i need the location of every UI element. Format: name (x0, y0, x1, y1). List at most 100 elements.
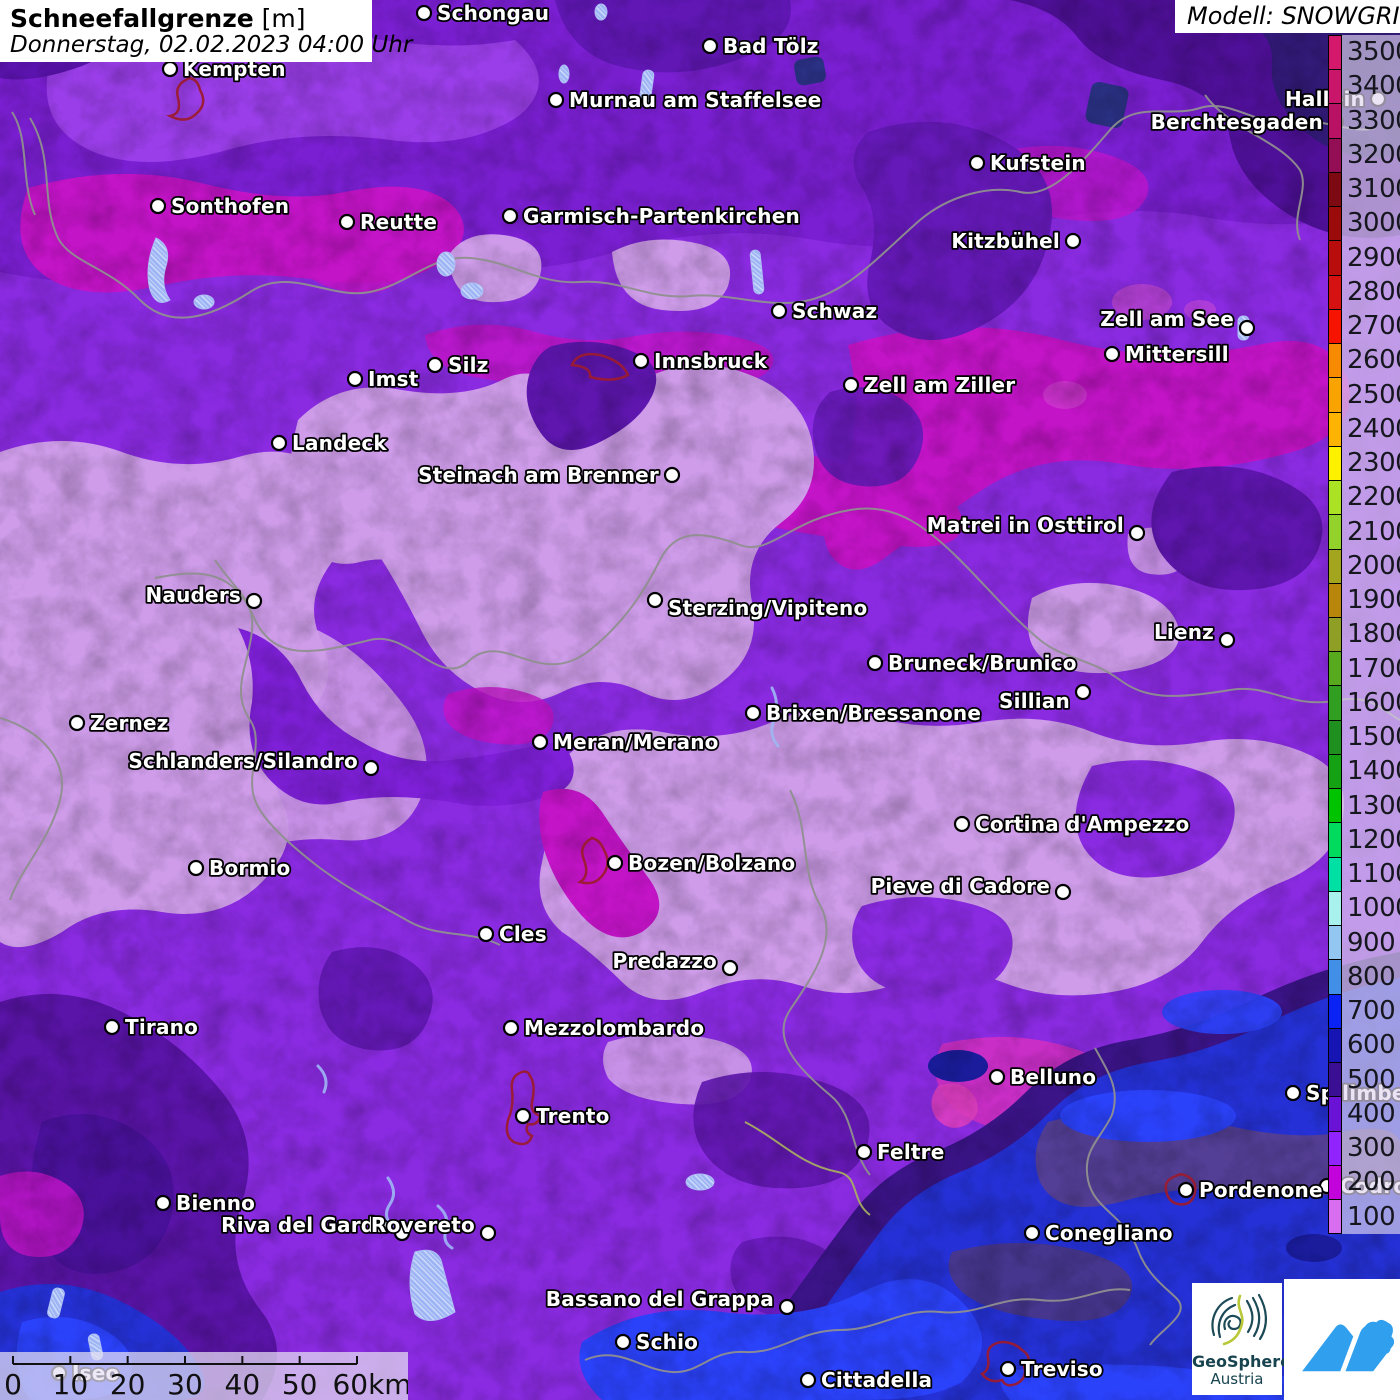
city-marker-predazzo (723, 961, 737, 975)
city-marker-reutte (340, 215, 354, 229)
city-marker-zell-am-see (1240, 321, 1254, 335)
scalebar-label-6: 60km (332, 1368, 408, 1400)
geosphere-wordmark: GeoSphere (1192, 1353, 1282, 1371)
city-label-feltre: Feltre (877, 1140, 944, 1164)
city-marker-cles (479, 927, 493, 941)
title-datetime: Donnerstag, 02.02.2023 04:00 Uhr (10, 32, 372, 58)
colorbar-tick-1600: 1600 (1345, 686, 1400, 720)
colorbar-tick-2300: 2300 (1345, 446, 1400, 480)
city-label-bassano-del-grappa: Bassano del Grappa (546, 1287, 774, 1311)
title-parameter: Schneefallgrenze (10, 4, 254, 33)
colorbar-cell-3400 (1329, 70, 1341, 104)
city-marker-steinach-am-brenner (665, 468, 679, 482)
city-label-zell-am-ziller: Zell am Ziller (864, 373, 1015, 397)
city-label-sillian: Sillian (999, 689, 1070, 713)
colorbar-cell-3500 (1329, 36, 1341, 70)
colorbar-cell-2400 (1329, 413, 1341, 447)
city-marker-cortina-d-ampezzo (955, 817, 969, 831)
city-marker-bormio (189, 861, 203, 875)
geosphere-swirl-icon (1204, 1287, 1270, 1349)
scalebar-label-3: 30 (167, 1368, 203, 1400)
colorbar-tick-3200: 3200 (1345, 138, 1400, 172)
city-label-schwaz: Schwaz (792, 299, 877, 323)
colorbar-tick-3000: 3000 (1345, 206, 1400, 240)
city-label-treviso: Treviso (1021, 1357, 1103, 1381)
city-marker-sonthofen (151, 199, 165, 213)
colorbar-cell-3300 (1329, 104, 1341, 138)
city-marker-bad-t-lz (703, 39, 717, 53)
city-marker-bassano-del-grappa (780, 1300, 794, 1314)
city-marker-kitzb-hel (1066, 234, 1080, 248)
city-label-pieve-di-cadore: Pieve di Cadore (871, 874, 1050, 898)
colorbar-cell-2100 (1329, 515, 1341, 549)
city-marker-bienno (156, 1196, 170, 1210)
colorbar-tick-3500: 3500 (1345, 35, 1400, 69)
city-marker-meran-merano (533, 735, 547, 749)
colorbar-cell-1800 (1329, 618, 1341, 652)
city-label-predazzo: Predazzo (612, 949, 717, 973)
city-label-landeck: Landeck (292, 431, 387, 455)
colorbar-cell-600 (1329, 1029, 1341, 1063)
scalebar-graphic: 0102030405060km (0, 1352, 408, 1400)
colorbar-tick-3100: 3100 (1345, 172, 1400, 206)
blue-mountain-icon (1290, 1288, 1394, 1392)
colorbar-cell-2700 (1329, 310, 1341, 344)
city-label-kitzb-hel: Kitzbühel (951, 229, 1060, 253)
city-marker-kempten (163, 62, 177, 76)
scalebar-label-4: 40 (225, 1368, 261, 1400)
city-marker-innsbruck (634, 354, 648, 368)
city-marker-murnau-am-staffelsee (549, 93, 563, 107)
city-marker-zell-am-ziller (844, 378, 858, 392)
colorbar-tick-1400: 1400 (1345, 754, 1400, 788)
colorbar-tick-700: 700 (1345, 994, 1400, 1028)
colorbar-tick-1100: 1100 (1345, 857, 1400, 891)
city-label-bruneck-brunico: Bruneck/Brunico (888, 651, 1077, 675)
colorbar-cell-500 (1329, 1063, 1341, 1097)
city-marker-pordenone (1179, 1183, 1193, 1197)
colorbar-tick-900: 900 (1345, 926, 1400, 960)
colorbar-cell-1100 (1329, 858, 1341, 892)
city-label-cles: Cles (499, 922, 547, 946)
colorbar-cell-2800 (1329, 276, 1341, 310)
colorbar-cell-400 (1329, 1097, 1341, 1131)
city-label-schio: Schio (636, 1330, 698, 1354)
city-label-bienno: Bienno (176, 1191, 255, 1215)
city-label-steinach-am-brenner: Steinach am Brenner (418, 463, 659, 487)
colorbar-tick-2000: 2000 (1345, 549, 1400, 583)
city-label-bozen-bolzano: Bozen/Bolzano (628, 851, 795, 875)
city-marker-mittersill (1105, 347, 1119, 361)
scalebar-label-2: 20 (110, 1368, 146, 1400)
map-canvas: SchongauBad TölzKemptenMurnau am Staffel… (0, 0, 1400, 1400)
city-label-brixen-bressanone: Brixen/Bressanone (766, 701, 981, 725)
city-marker-garmisch-partenkirchen (503, 209, 517, 223)
colorbar-tick-1800: 1800 (1345, 617, 1400, 651)
colorbar-tick-2100: 2100 (1345, 515, 1400, 549)
colorbar-tick-1200: 1200 (1345, 823, 1400, 857)
colorbar-tick-400: 400 (1345, 1097, 1400, 1131)
colorbar-cell-1000 (1329, 892, 1341, 926)
city-label-imst: Imst (368, 367, 419, 391)
city-marker-mezzolombardo (504, 1021, 518, 1035)
title-unit: [m] (254, 4, 306, 33)
city-marker-belluno (990, 1070, 1004, 1084)
colorbar-cell-900 (1329, 926, 1341, 960)
model-label: Modell: SNOWGRID (1175, 0, 1400, 33)
colorbar-tick-2900: 2900 (1345, 241, 1400, 275)
colorbar-cell-2200 (1329, 481, 1341, 515)
colorbar-tick-1700: 1700 (1345, 652, 1400, 686)
city-marker-schio (616, 1335, 630, 1349)
city-marker-spilimbergo (1286, 1086, 1300, 1100)
weather-map-page: SchongauBad TölzKemptenMurnau am Staffel… (0, 0, 1400, 1400)
city-label-matrei-in-osttirol: Matrei in Osttirol (927, 513, 1124, 537)
colorbar-tick-3400: 3400 (1345, 69, 1400, 103)
city-label-sonthofen: Sonthofen (171, 194, 289, 218)
city-marker-feltre (857, 1145, 871, 1159)
colorbar-tick-2500: 2500 (1345, 378, 1400, 412)
city-label-nauders: Nauders (145, 583, 241, 607)
city-marker-sterzing-vipiteno (648, 593, 662, 607)
city-label-sterzing-vipiteno: Sterzing/Vipiteno (668, 596, 867, 620)
colorbar-cell-1200 (1329, 823, 1341, 857)
colorbar-tick-1900: 1900 (1345, 583, 1400, 617)
city-marker-bruneck-brunico (868, 656, 882, 670)
colorbar-cell-1900 (1329, 584, 1341, 618)
